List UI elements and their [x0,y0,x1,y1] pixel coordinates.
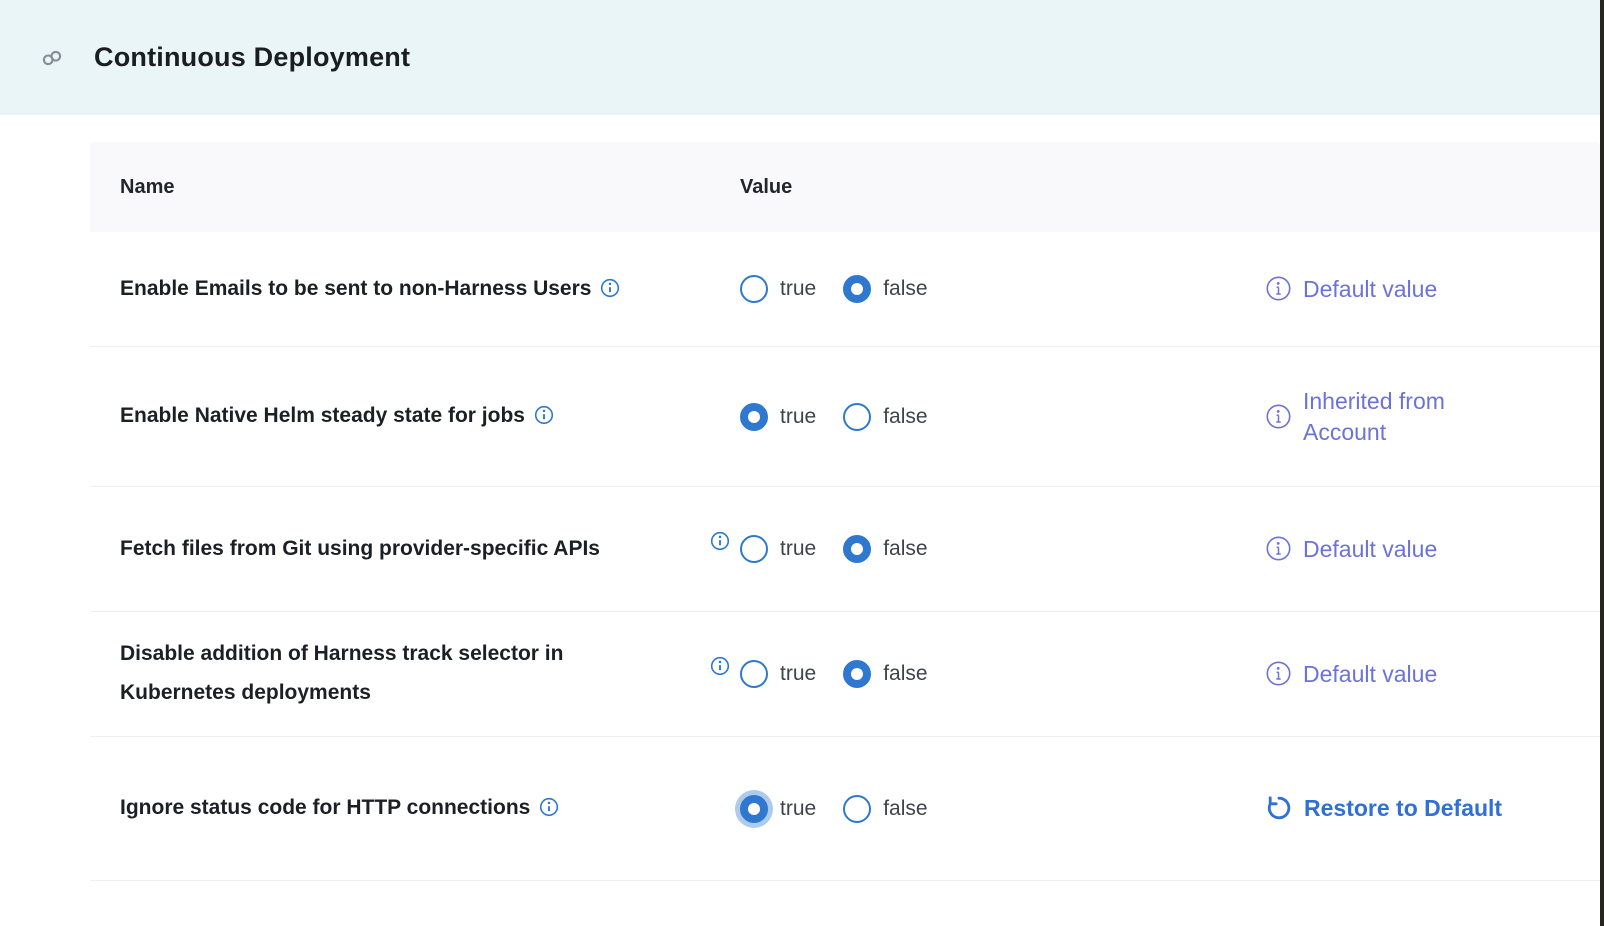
radio-group: true false [740,660,928,688]
restore-undo-icon[interactable] [1265,794,1293,822]
radio-true-label: true [780,277,816,301]
setting-name-label: Disable addition of Harness track select… [120,642,563,704]
settings-row: Enable Emails to be sent to non-Harness … [90,232,1600,347]
setting-status-link[interactable]: Default value [1265,659,1600,689]
radio-false-label: false [883,797,927,821]
radio-group: true false [740,403,928,431]
info-circle-icon[interactable] [1265,275,1292,302]
settings-row: Enable Native Helm steady state for jobs… [90,347,1600,487]
info-tooltip-icon[interactable] [710,656,730,676]
radio-option-false[interactable]: false [843,275,927,303]
settings-row: Ignore status code for HTTP connections … [90,737,1600,881]
radio-false-label: false [883,537,927,561]
info-circle-icon[interactable] [1265,403,1292,430]
status-link-label: Default value [1303,274,1437,304]
setting-value-cell: true false [700,275,1265,303]
screen-edge-strip [1600,0,1604,926]
radio-false[interactable] [843,275,871,303]
setting-name-label: Enable Emails to be sent to non-Harness … [120,277,591,300]
setting-name-cell: Enable Native Helm steady state for jobs [90,397,700,436]
radio-group: true false [740,535,928,563]
radio-true-label: true [780,405,816,429]
radio-option-true[interactable]: true [740,535,816,563]
radio-true-label: true [780,797,816,821]
setting-name-cell: Enable Emails to be sent to non-Harness … [90,270,700,309]
section-title: Continuous Deployment [94,42,410,73]
setting-name-cell: Ignore status code for HTTP connections [90,789,700,828]
status-link-label: Default value [1303,659,1437,689]
radio-false[interactable] [843,535,871,563]
section-header: Continuous Deployment [0,0,1604,115]
setting-name-label: Fetch files from Git using provider-spec… [120,537,600,560]
radio-option-true[interactable]: true [740,403,816,431]
radio-true-label: true [780,537,816,561]
radio-option-true[interactable]: true [740,660,816,688]
info-tooltip-icon[interactable] [710,531,730,551]
setting-name-cell: Fetch files from Git using provider-spec… [90,530,700,569]
settings-rows: Enable Emails to be sent to non-Harness … [90,232,1600,881]
radio-false[interactable] [843,660,871,688]
setting-status-link[interactable]: Inherited from Account [1265,386,1600,447]
column-header-name: Name [90,176,700,199]
radio-true[interactable] [740,535,768,563]
info-circle-icon[interactable] [1265,535,1292,562]
setting-name-label: Ignore status code for HTTP connections [120,796,530,819]
setting-name-cell: Disable addition of Harness track select… [90,635,700,713]
setting-name-label: Enable Native Helm steady state for jobs [120,404,525,427]
settings-row: Fetch files from Git using provider-spec… [90,487,1600,612]
status-link-label: Inherited from Account [1303,386,1498,447]
link-chain-icon[interactable] [40,46,64,70]
setting-value-cell: true false [700,660,1265,688]
radio-false-label: false [883,405,927,429]
table-header-row: Name Value [90,142,1600,232]
info-tooltip-icon[interactable] [534,405,554,425]
radio-option-false[interactable]: false [843,535,927,563]
radio-true[interactable] [740,275,768,303]
radio-group: true false [740,795,928,823]
radio-true[interactable] [740,660,768,688]
radio-false[interactable] [843,403,871,431]
status-link-label: Default value [1303,534,1437,564]
radio-group: true false [740,275,928,303]
info-circle-icon[interactable] [1265,660,1292,687]
radio-true-label: true [780,662,816,686]
info-tooltip-icon[interactable] [600,278,620,298]
radio-true[interactable] [740,403,768,431]
settings-table: Name Value Enable Emails to be sent to n… [90,142,1600,881]
setting-status-link[interactable]: Default value [1265,534,1600,564]
radio-option-false[interactable]: false [843,660,927,688]
radio-false[interactable] [843,795,871,823]
radio-false-label: false [883,277,927,301]
setting-status-link[interactable]: Restore to Default [1265,793,1600,823]
radio-option-false[interactable]: false [843,403,927,431]
setting-status-link[interactable]: Default value [1265,274,1600,304]
radio-true[interactable] [740,795,768,823]
radio-option-false[interactable]: false [843,795,927,823]
radio-false-label: false [883,662,927,686]
status-link-label: Restore to Default [1304,793,1502,823]
setting-value-cell: true false [700,535,1265,563]
radio-option-true[interactable]: true [740,795,816,823]
radio-option-true[interactable]: true [740,275,816,303]
setting-value-cell: true false [700,403,1265,431]
settings-row: Disable addition of Harness track select… [90,612,1600,737]
column-header-value: Value [700,176,1265,199]
info-tooltip-icon[interactable] [539,797,559,817]
setting-value-cell: true false [700,795,1265,823]
